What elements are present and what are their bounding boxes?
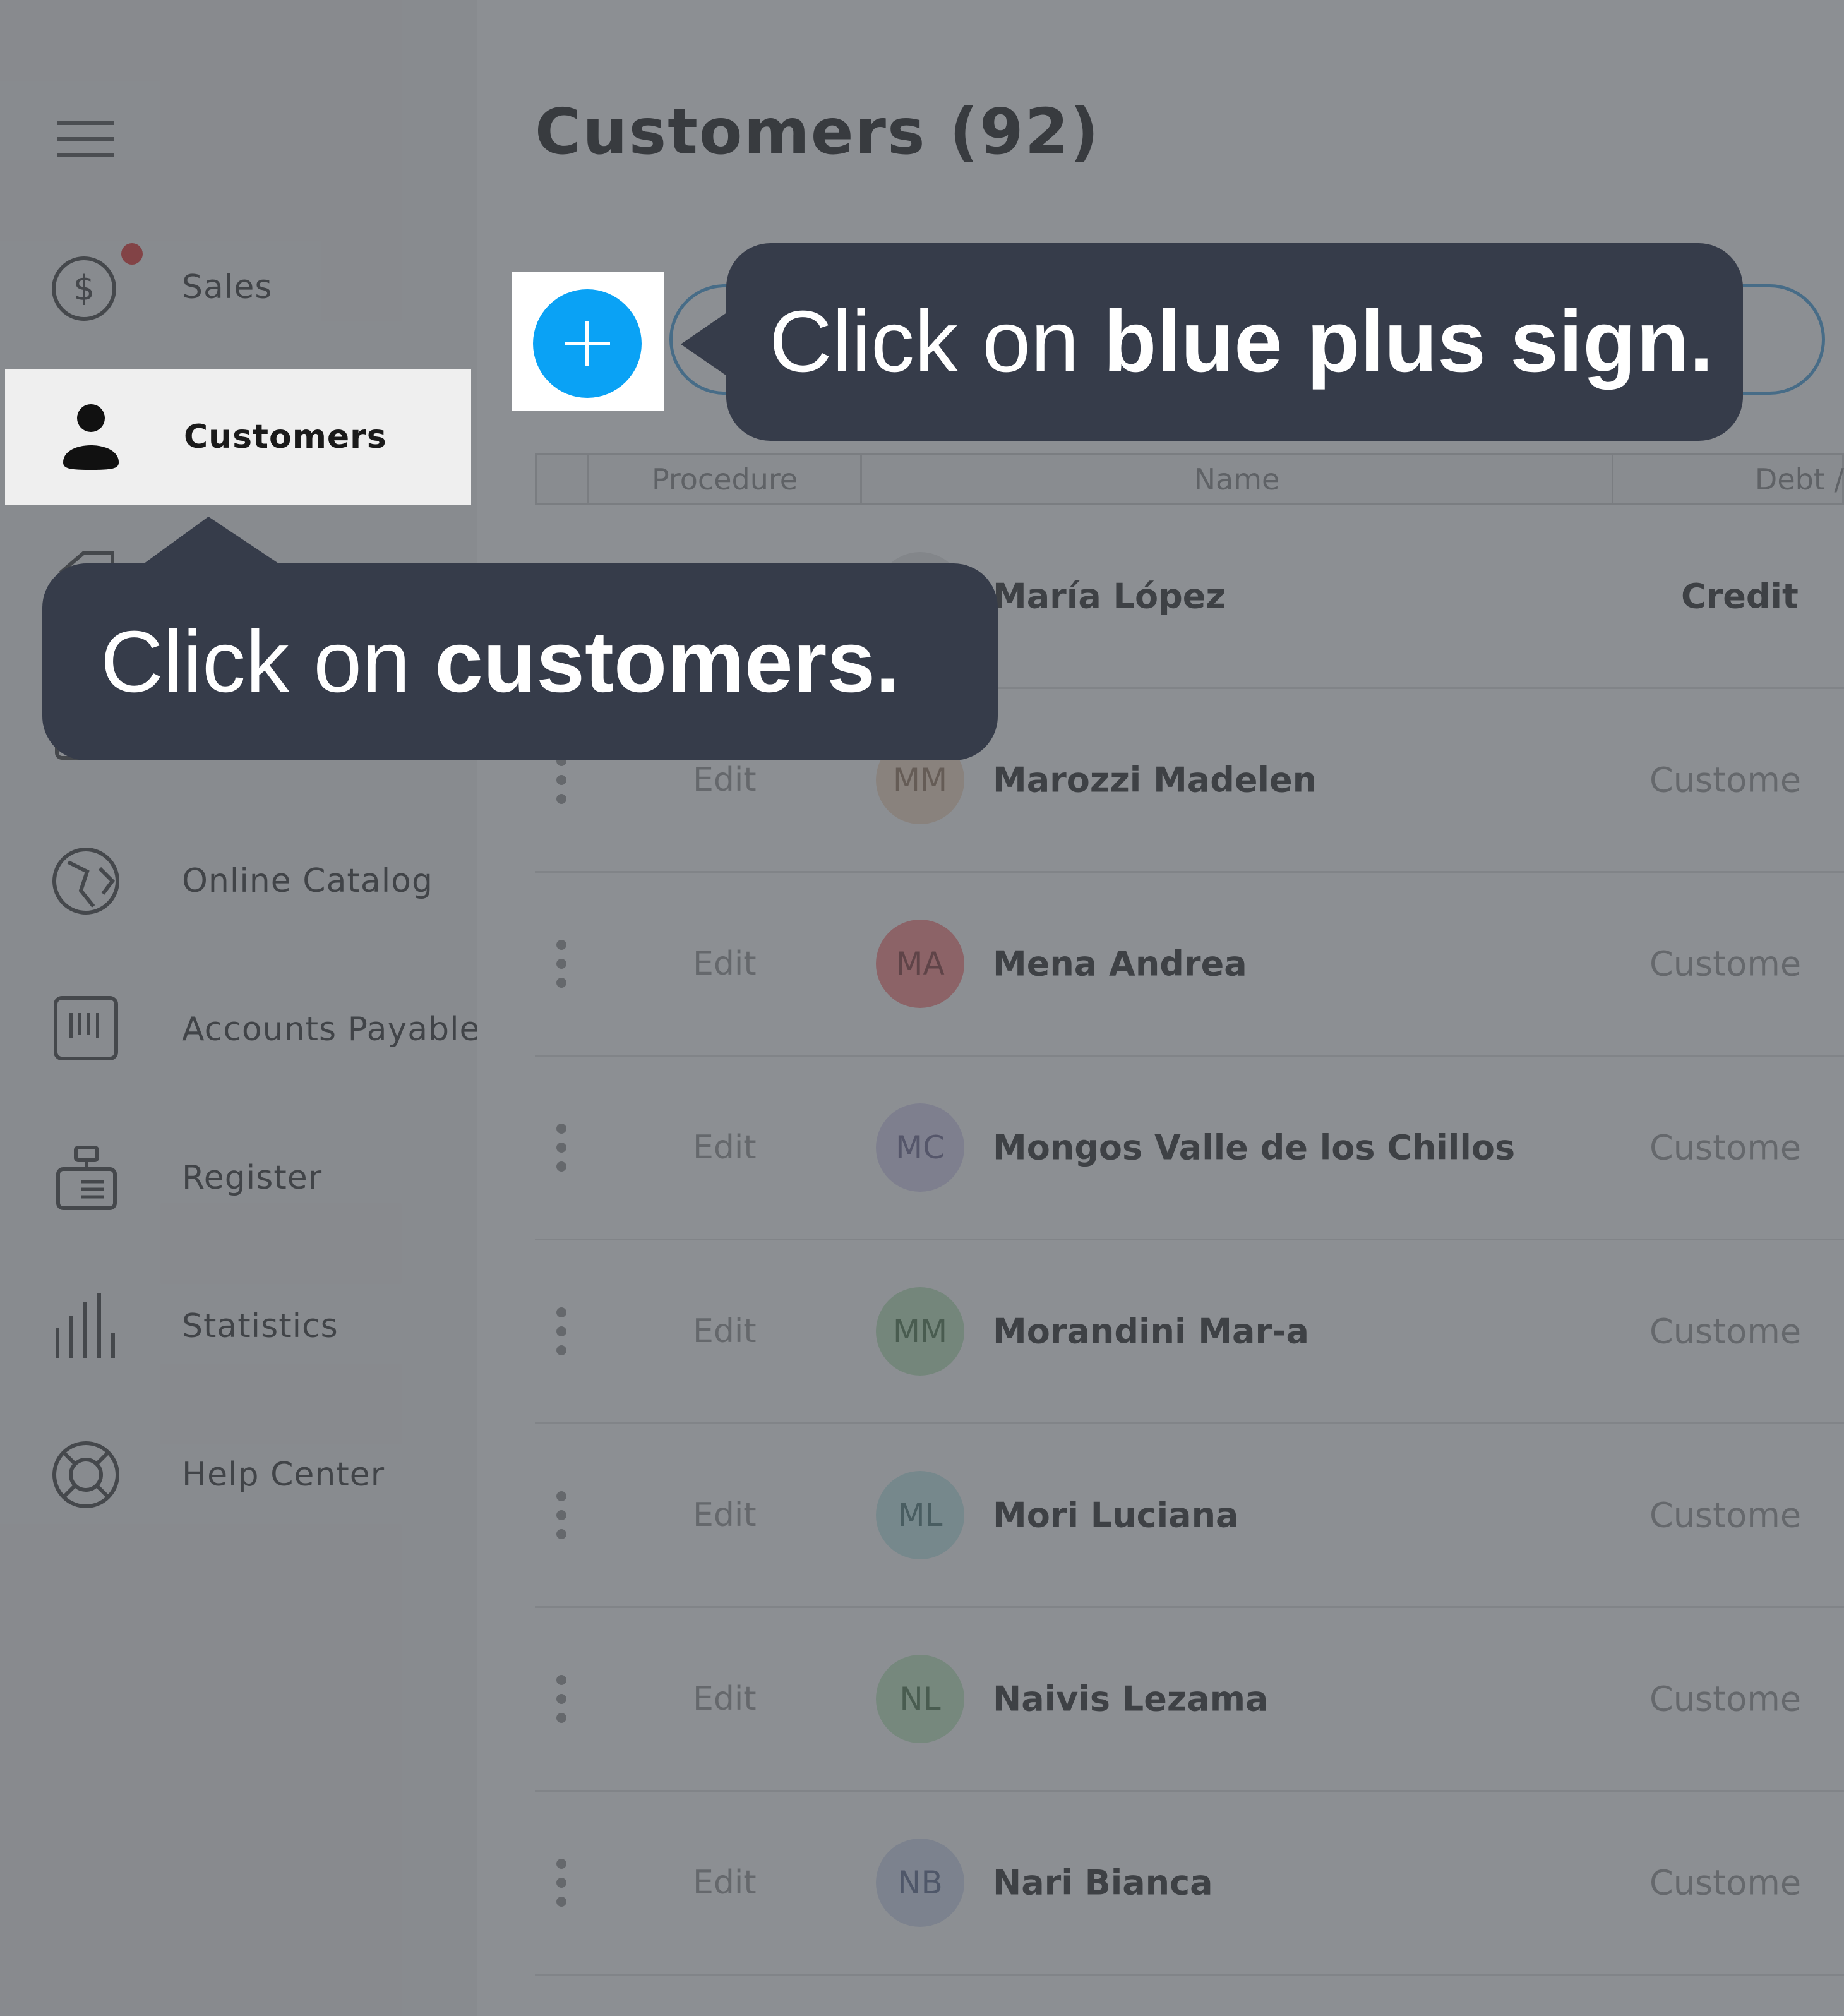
lifebuoy-icon (49, 1437, 125, 1513)
customer-name[interactable]: Mori Luciana (993, 1496, 1238, 1535)
column-header-debt[interactable]: Debt / (1612, 455, 1844, 503)
sidebar-item-label: Register (182, 1159, 323, 1197)
globe-icon (49, 843, 125, 919)
sidebar-item-statistics[interactable]: Statistics (0, 1257, 477, 1396)
kebab-menu-icon[interactable] (554, 1674, 569, 1724)
callout-plus: Click on blue plus sign. (726, 243, 1743, 441)
table-header: Procedure Name Debt / (535, 453, 1844, 505)
table-row[interactable]: Edit MC Mongos Valle de los Chillos Custome (535, 1057, 1844, 1240)
column-header-procedure[interactable]: Procedure (587, 455, 860, 503)
sidebar-item-label: Sales (182, 268, 273, 306)
sidebar-item-register[interactable]: Register (0, 1108, 477, 1247)
customer-name[interactable]: Naivis Lezama (993, 1679, 1268, 1719)
edit-link[interactable]: Edit (693, 1864, 757, 1902)
customer-type: Custome (1649, 1127, 1802, 1168)
hamburger-menu-icon[interactable] (57, 120, 114, 158)
callout-customers-pointer (139, 517, 284, 567)
customer-type: Custome (1649, 1863, 1802, 1903)
customer-type: Custome (1649, 1311, 1802, 1352)
callout-customers-emphasis: customers. (434, 613, 900, 711)
kebab-menu-icon[interactable] (554, 1122, 569, 1173)
sidebar-item-label: Accounts Payable (182, 1011, 481, 1048)
kebab-menu-icon[interactable] (554, 755, 569, 805)
table-row[interactable]: Edit MA Mena Andrea Custome (535, 873, 1844, 1057)
customer-name[interactable]: Marozzi Madelen (993, 760, 1317, 800)
edit-link[interactable]: Edit (693, 1129, 757, 1167)
column-header-select (537, 455, 587, 503)
callout-customers-text: Click on (100, 613, 435, 711)
page-title: Customers (92) (535, 95, 1100, 169)
customer-type: Custome (1649, 760, 1802, 800)
sidebar-item-label: Online Catalog (182, 862, 433, 900)
sidebar-item-label: Help Center (182, 1456, 385, 1494)
avatar: NL (876, 1655, 964, 1743)
edit-link[interactable]: Edit (693, 1496, 757, 1534)
callout-plus-text: Click on (769, 293, 1104, 390)
avatar: NB (876, 1839, 964, 1927)
customer-name[interactable]: Mongos Valle de los Chillos (993, 1128, 1515, 1168)
sidebar-item-customers[interactable]: Customers (5, 369, 471, 505)
column-header-name[interactable]: Name (860, 455, 1612, 503)
edit-link[interactable]: Edit (693, 761, 757, 799)
notification-dot (121, 243, 143, 265)
customer-type: Custome (1649, 944, 1802, 984)
barcode-icon (49, 992, 125, 1067)
table-row[interactable]: Edit MM Morandini Mar-a Custome (535, 1240, 1844, 1424)
callout-plus-emphasis: blue plus sign. (1103, 293, 1714, 390)
avatar: MA (876, 920, 964, 1008)
avatar: MM (876, 1287, 964, 1376)
customer-name[interactable]: María López (993, 577, 1226, 616)
customer-type: Credit (1681, 576, 1799, 616)
kebab-menu-icon[interactable] (554, 939, 569, 989)
add-customer-highlight (512, 272, 664, 411)
customer-name[interactable]: Mena Andrea (993, 944, 1247, 984)
svg-text:$: $ (73, 268, 95, 308)
customer-type: Custome (1649, 1679, 1802, 1719)
table-row[interactable]: Edit ML Mori Luciana Custome (535, 1424, 1844, 1608)
bar-chart-icon (49, 1288, 125, 1364)
plus-icon (565, 321, 610, 366)
sidebar-item-help-center[interactable]: Help Center (0, 1405, 477, 1544)
sidebar: $ Sales Customers (0, 0, 480, 2016)
sidebar-item-label: Statistics (182, 1307, 338, 1345)
callout-plus-pointer (681, 309, 731, 379)
add-customer-button[interactable] (533, 289, 642, 398)
sidebar-item-accounts-payable[interactable]: Accounts Payable (0, 960, 480, 1099)
customer-name[interactable]: Morandini Mar-a (993, 1312, 1309, 1352)
customer-type: Custome (1649, 1495, 1802, 1535)
avatar: ML (876, 1471, 964, 1559)
edit-link[interactable]: Edit (693, 1680, 757, 1718)
cash-register-icon (49, 1140, 125, 1216)
kebab-menu-icon[interactable] (554, 1306, 569, 1357)
sidebar-item-sales[interactable]: $ Sales (0, 218, 477, 357)
sidebar-item-label: Customers (184, 418, 387, 456)
kebab-menu-icon[interactable] (554, 1857, 569, 1908)
table-row[interactable]: Edit NL Naivis Lezama Custome (535, 1608, 1844, 1792)
edit-link[interactable]: Edit (693, 945, 757, 983)
person-icon (54, 399, 130, 475)
dollar-circle-icon: $ (49, 249, 125, 325)
avatar: MC (876, 1103, 964, 1192)
edit-link[interactable]: Edit (693, 1312, 757, 1350)
customer-name[interactable]: Nari Bianca (993, 1863, 1213, 1903)
sidebar-item-online-catalog[interactable]: Online Catalog (0, 812, 477, 951)
table-row[interactable]: Edit NB Nari Bianca Custome (535, 1792, 1844, 1976)
kebab-menu-icon[interactable] (554, 1490, 569, 1540)
callout-customers: Click on customers. (42, 563, 998, 760)
